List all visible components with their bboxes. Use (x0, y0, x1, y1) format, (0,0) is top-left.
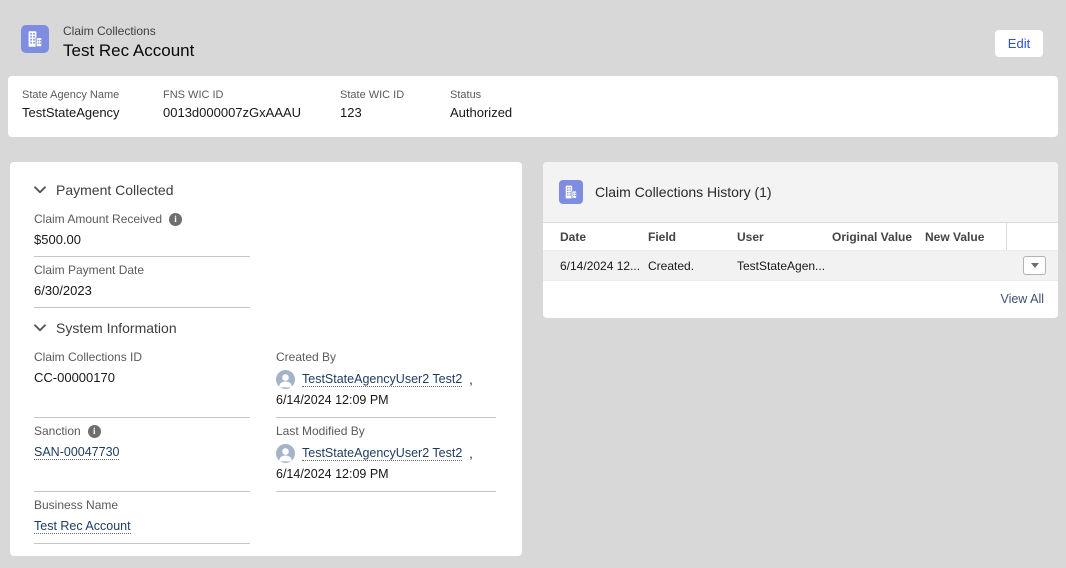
history-table-row: 6/14/2024 12... Created. TestStateAgen..… (543, 251, 1058, 280)
user-suffix: , (469, 447, 472, 461)
empty-cell (276, 492, 496, 544)
field-label: State Agency Name (22, 89, 120, 101)
status-value: Authorized (450, 105, 512, 120)
field-label-row: Claim Collections ID (34, 350, 250, 364)
last-modified-datetime: 6/14/2024 12:09 PM (276, 467, 496, 481)
highlights-bar: State Agency Name TestStateAgency FNS WI… (8, 76, 1058, 137)
field-value: 123 (340, 105, 404, 120)
field-value: Test Rec Account (34, 518, 250, 533)
avatar-icon (276, 370, 295, 389)
column-header-user[interactable]: User (737, 230, 832, 244)
highlight-state-wic-id: State WIC ID 123 (340, 89, 404, 120)
row-action-cell (1006, 256, 1058, 275)
field-sanction: Sanction SAN-00047730 (34, 418, 250, 492)
sanction-link[interactable]: SAN-00047730 (34, 445, 119, 460)
history-panel-header: Claim Collections History (1) (543, 162, 1058, 223)
chevron-down-icon (1031, 263, 1039, 268)
section-title: Payment Collected (56, 182, 174, 198)
claim-collections-entity-icon (21, 25, 49, 53)
object-label: Claim Collections (63, 24, 194, 39)
edit-button[interactable]: Edit (995, 30, 1043, 57)
cell-date: 6/14/2024 12... (560, 259, 648, 273)
building-grid-icon (562, 183, 580, 201)
row-actions-dropdown-button[interactable] (1023, 256, 1046, 275)
cell-field: Created. (648, 259, 737, 273)
field-value: TestStateAgency (22, 105, 120, 120)
record-title: Test Rec Account (63, 40, 194, 61)
cell-user: TestStateAgen... (737, 259, 832, 273)
field-business-name: Business Name Test Rec Account (34, 492, 250, 544)
highlight-status: Status Authorized (450, 89, 512, 120)
section-title: System Information (56, 320, 177, 336)
section-payment-collected[interactable]: Payment Collected (34, 182, 498, 198)
field-value: CC-00000170 (34, 370, 250, 385)
last-modified-user-line: TestStateAgencyUser2 Test2 , (276, 444, 496, 463)
field-label: Sanction (34, 424, 81, 438)
field-created-by: Created By TestStateAgencyUser2 Test2 , … (276, 344, 496, 418)
history-panel-footer: View All (543, 280, 1058, 317)
claim-collections-history-panel: Claim Collections History (1) Date Field… (543, 162, 1058, 318)
section-spacer (34, 308, 498, 316)
chevron-down-icon (34, 186, 46, 194)
column-header-original-value[interactable]: Original Value (832, 230, 925, 244)
info-icon[interactable] (88, 425, 101, 438)
person-icon (276, 370, 295, 389)
system-information-grid: Claim Collections ID CC-00000170 Created… (34, 344, 498, 544)
field-label: Last Modified By (276, 424, 365, 438)
field-label: Created By (276, 350, 336, 364)
field-label-row: Created By (276, 350, 496, 364)
field-label: Status (450, 89, 512, 101)
avatar-icon (276, 444, 295, 463)
column-header-date[interactable]: Date (560, 230, 648, 244)
highlight-state-agency-name: State Agency Name TestStateAgency (22, 89, 120, 120)
field-label-row: Sanction (34, 424, 250, 438)
last-modified-user-link[interactable]: TestStateAgencyUser2 Test2 (302, 446, 462, 461)
field-label: Claim Collections ID (34, 350, 142, 364)
chevron-down-icon (34, 324, 46, 332)
record-page: Claim Collections Test Rec Account Edit … (0, 0, 1066, 568)
field-label-row: Business Name (34, 498, 250, 512)
created-by-user-link[interactable]: TestStateAgencyUser2 Test2 (302, 372, 462, 387)
field-claim-amount-received: Claim Amount Received $500.00 (34, 206, 250, 257)
person-icon (276, 444, 295, 463)
created-datetime: 6/14/2024 12:09 PM (276, 393, 496, 407)
highlight-fns-wic-id: FNS WIC ID 0013d000007zGxAAAU (163, 89, 301, 120)
field-label: Business Name (34, 498, 118, 512)
record-header-text: Claim Collections Test Rec Account (63, 24, 194, 61)
view-all-link[interactable]: View All (1000, 292, 1044, 306)
history-table-header: Date Field User Original Value New Value (543, 223, 1058, 251)
field-label-row: Claim Amount Received (34, 212, 250, 226)
column-header-field[interactable]: Field (648, 230, 737, 244)
history-entity-icon (559, 180, 583, 204)
history-panel-title[interactable]: Claim Collections History (1) (595, 184, 772, 200)
field-value: SAN-00047730 (34, 444, 250, 459)
field-claim-payment-date: Claim Payment Date 6/30/2023 (34, 257, 250, 308)
field-label: FNS WIC ID (163, 89, 301, 101)
record-detail-panel: Payment Collected Claim Amount Received … (10, 162, 522, 556)
field-label: Claim Payment Date (34, 263, 144, 277)
field-label: Claim Amount Received (34, 212, 162, 226)
field-value: $500.00 (34, 232, 250, 247)
created-by-user-line: TestStateAgencyUser2 Test2 , (276, 370, 496, 389)
info-icon[interactable] (169, 213, 182, 226)
field-value: 6/30/2023 (34, 283, 250, 298)
field-value: 0013d000007zGxAAAU (163, 105, 301, 120)
user-suffix: , (469, 373, 472, 387)
section-system-information[interactable]: System Information (34, 320, 498, 336)
field-label-row: Claim Payment Date (34, 263, 250, 277)
building-grid-icon (24, 28, 46, 50)
column-header-actions (1006, 223, 1058, 250)
field-label-row: Last Modified By (276, 424, 496, 438)
field-label: State WIC ID (340, 89, 404, 101)
field-last-modified-by: Last Modified By TestStateAgencyUser2 Te… (276, 418, 496, 492)
field-claim-collections-id: Claim Collections ID CC-00000170 (34, 344, 250, 418)
column-header-new-value[interactable]: New Value (925, 230, 1006, 244)
business-name-link[interactable]: Test Rec Account (34, 519, 131, 534)
